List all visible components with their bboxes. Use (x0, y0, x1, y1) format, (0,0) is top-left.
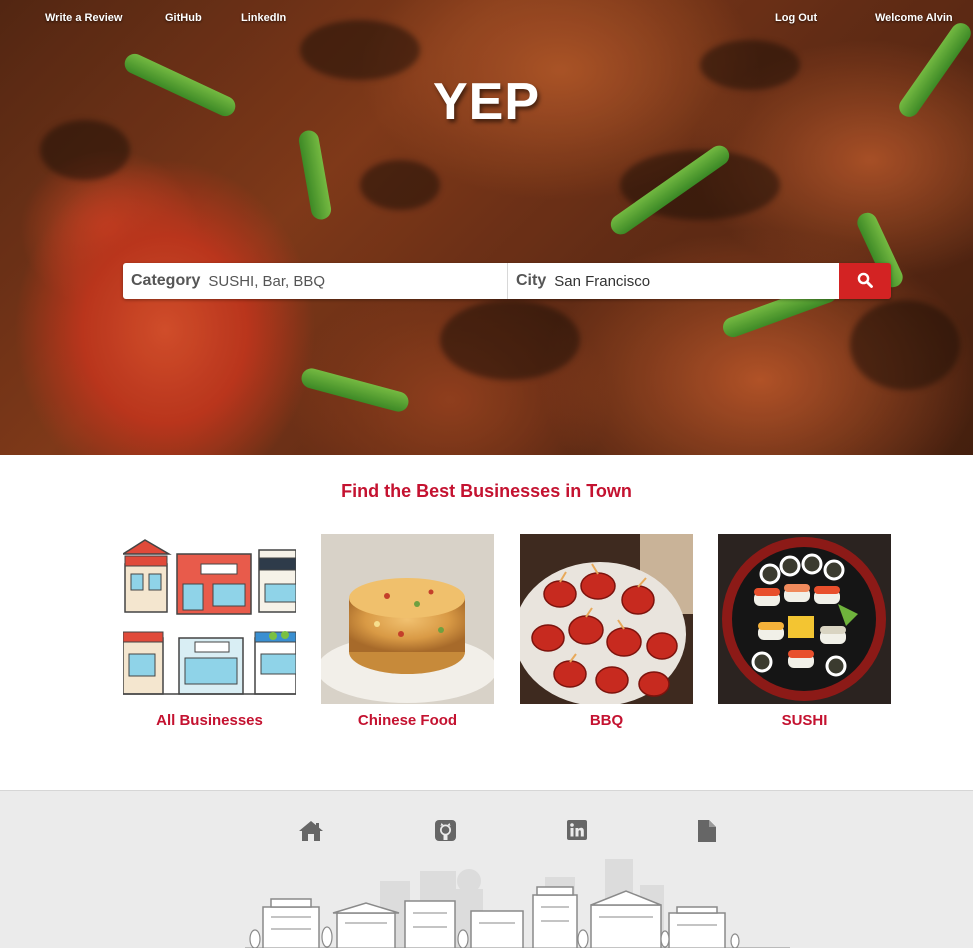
category-label-chinese-food[interactable]: Chinese Food (321, 712, 494, 729)
file-icon[interactable] (698, 820, 716, 847)
category-card-chinese-food[interactable]: Chinese Food (321, 534, 494, 729)
category-card-bbq[interactable]: BBQ (520, 534, 693, 729)
footer (0, 790, 973, 948)
category-input[interactable] (208, 263, 507, 299)
storefronts-illustration (123, 534, 296, 704)
welcome-text: Welcome Alvin (875, 12, 953, 24)
city-label: City (516, 272, 547, 289)
nav-write-review-link[interactable]: Write a Review (45, 12, 122, 24)
nav-github-link[interactable]: GitHub (165, 12, 202, 24)
city-field: City (508, 263, 839, 299)
bbq-bites-photo (520, 534, 693, 704)
site-logo[interactable]: YEP (0, 72, 973, 132)
city-input[interactable] (554, 263, 839, 299)
nav-logout-link[interactable]: Log Out (775, 12, 817, 24)
fried-rice-photo (321, 534, 494, 704)
category-field: Category (123, 263, 508, 299)
sushi-platter-photo (718, 534, 891, 704)
github-icon[interactable] (435, 820, 456, 846)
hero-banner (0, 0, 973, 455)
category-label-all-businesses[interactable]: All Businesses (123, 712, 296, 729)
category-card-sushi[interactable]: SUSHI (718, 534, 891, 729)
city-skyline-illustration (245, 851, 790, 948)
category-card-all-businesses[interactable]: All Businesses (123, 534, 296, 729)
section-title: Find the Best Businesses in Town (341, 481, 632, 501)
nav-linkedin-link[interactable]: LinkedIn (241, 12, 286, 24)
linkedin-icon[interactable] (567, 820, 587, 845)
category-label-bbq[interactable]: BBQ (520, 712, 693, 729)
search-button[interactable] (839, 263, 891, 299)
search-icon (857, 272, 873, 291)
home-icon[interactable] (298, 820, 324, 847)
category-label: Category (131, 272, 201, 289)
category-label-sushi[interactable]: SUSHI (718, 712, 891, 729)
search-form: Category City (123, 263, 891, 299)
